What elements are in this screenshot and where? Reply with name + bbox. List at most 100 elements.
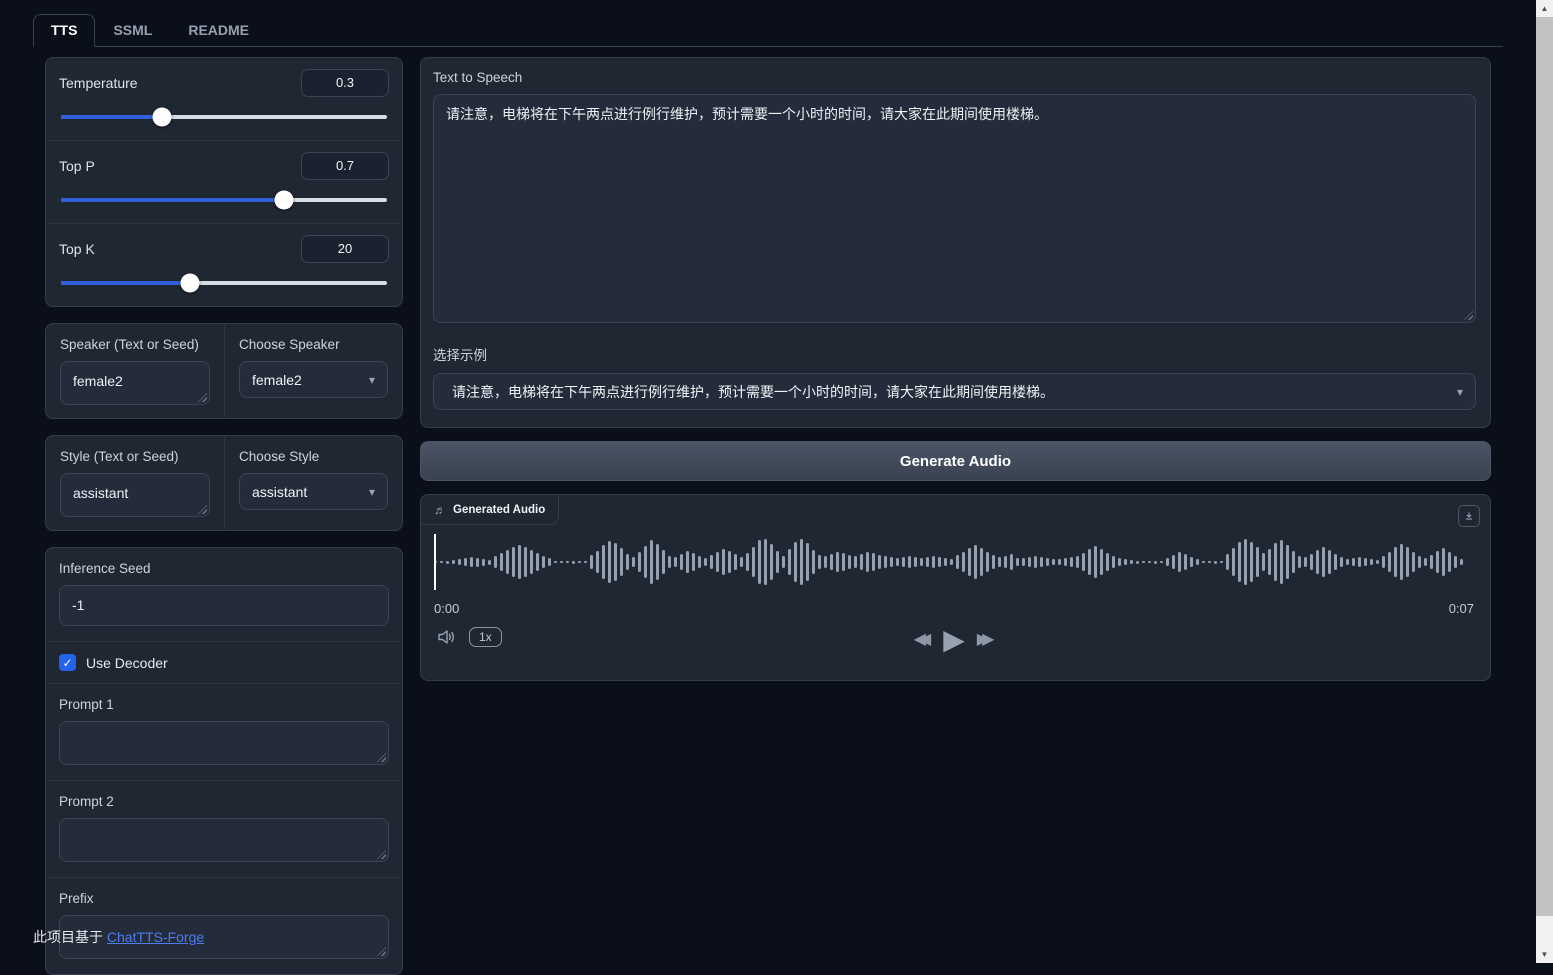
waveform-bar — [1022, 558, 1025, 566]
waveform-bar — [1328, 550, 1331, 574]
waveform-bar — [1232, 548, 1235, 576]
chattts-forge-link[interactable]: ChatTTS-Forge — [107, 929, 204, 945]
speaker-panel: Speaker (Text or Seed) female2 Choose Sp… — [45, 323, 403, 419]
skip-back-icon[interactable]: ◀◀ — [914, 620, 932, 660]
waveform-bar — [908, 556, 911, 568]
scrollbar-thumb[interactable] — [1536, 17, 1553, 916]
waveform-bar — [614, 543, 617, 581]
tab-tts[interactable]: TTS — [33, 14, 95, 47]
waveform-bar — [1256, 547, 1259, 577]
waveform-bar — [1004, 556, 1007, 568]
waveform-bar — [506, 550, 509, 574]
top-p-value-input[interactable]: 0.7 — [301, 152, 389, 180]
top-k-label: Top K — [59, 241, 95, 257]
music-note-icon: ♬ — [434, 503, 446, 517]
prompt2-row: Prompt 2 — [46, 781, 402, 878]
top-p-row: Top P 0.7 — [46, 141, 402, 224]
waveform-bar — [1190, 557, 1193, 567]
top-k-slider-handle[interactable] — [180, 274, 199, 293]
prompt1-input[interactable] — [59, 721, 389, 765]
top-p-slider-handle[interactable] — [275, 191, 294, 210]
waveform-bar — [1424, 558, 1427, 566]
waveform-bar — [968, 548, 971, 576]
prefix-label: Prefix — [59, 891, 389, 906]
waveform-bar — [1142, 561, 1145, 563]
temperature-slider[interactable] — [61, 115, 387, 119]
waveform-bar — [926, 557, 929, 567]
chevron-down-icon: ▾ — [369, 485, 375, 499]
top-p-slider[interactable] — [61, 198, 387, 202]
volume-icon[interactable] — [437, 628, 458, 646]
waveform-bar — [560, 561, 563, 563]
waveform-bar — [986, 552, 989, 572]
examples-dropdown[interactable]: 请注意，电梯将在下午两点进行例行维护，预计需要一个小时的时间，请大家在此期间使用… — [433, 373, 1476, 410]
top-k-slider[interactable] — [61, 281, 387, 285]
waveform-bar — [902, 557, 905, 567]
skip-forward-icon[interactable]: ▶▶ — [977, 620, 995, 660]
playhead[interactable] — [434, 534, 436, 590]
tab-ssml[interactable]: SSML — [95, 14, 170, 46]
use-decoder-label[interactable]: Use Decoder — [86, 655, 168, 671]
download-button[interactable] — [1458, 505, 1480, 527]
scroll-down-button[interactable]: ▼ — [1536, 946, 1553, 963]
waveform-bar — [1076, 556, 1079, 568]
waveform-bar — [1334, 554, 1337, 570]
temperature-slider-handle[interactable] — [153, 108, 172, 127]
waveform-bar — [1208, 561, 1211, 563]
waveform-bar — [530, 550, 533, 574]
prefix-row: Prefix — [46, 878, 402, 974]
waveform-bar — [860, 554, 863, 570]
play-button[interactable]: ▶ — [943, 620, 965, 660]
choose-speaker-dropdown[interactable]: female2 ▾ — [239, 361, 388, 398]
waveform-bar — [1406, 547, 1409, 577]
waveform-bar — [1298, 556, 1301, 568]
waveform-bar — [1352, 558, 1355, 566]
prompt2-input[interactable] — [59, 818, 389, 862]
waveform-bar — [998, 557, 1001, 567]
temperature-value-input[interactable]: 0.3 — [301, 69, 389, 97]
waveform-bar — [500, 553, 503, 571]
waveform-bar — [536, 553, 539, 571]
waveform[interactable] — [434, 534, 1474, 590]
waveform-bar — [1358, 557, 1361, 567]
waveform-bar — [1130, 560, 1133, 564]
waveform-bar — [1436, 551, 1439, 573]
waveform-bar — [524, 547, 527, 577]
playback-speed-button[interactable]: 1x — [469, 627, 502, 647]
examples-selected: 请注意，电梯将在下午两点进行例行维护，预计需要一个小时的时间，请大家在此期间使用… — [452, 382, 1054, 402]
waveform-bar — [470, 557, 473, 567]
waveform-bar — [758, 540, 761, 584]
tab-readme[interactable]: README — [170, 14, 267, 46]
waveform-bar — [1418, 556, 1421, 568]
choose-style-dropdown[interactable]: assistant ▾ — [239, 473, 388, 510]
waveform-bar — [1034, 556, 1037, 568]
waveform-bar — [494, 556, 497, 568]
choose-style-selected: assistant — [252, 484, 307, 500]
text-to-speech-input[interactable]: 请注意，电梯将在下午两点进行例行维护，预计需要一个小时的时间，请大家在此期间使用… — [433, 94, 1476, 323]
waveform-bar — [452, 560, 455, 564]
top-k-value-input[interactable]: 20 — [301, 235, 389, 263]
use-decoder-checkbox[interactable]: ✓ — [59, 654, 76, 671]
duration: 0:07 — [1449, 601, 1474, 616]
scroll-up-button[interactable]: ▲ — [1536, 0, 1553, 17]
waveform-bar — [716, 552, 719, 572]
prompt2-label: Prompt 2 — [59, 794, 389, 809]
inference-seed-input[interactable] — [59, 585, 389, 626]
style-input[interactable]: assistant — [60, 473, 210, 517]
waveform-bar — [596, 551, 599, 573]
generate-audio-button[interactable]: Generate Audio — [420, 441, 1491, 481]
waveform-bar — [812, 550, 815, 574]
vertical-scrollbar[interactable]: ▲ ▼ — [1536, 0, 1553, 963]
waveform-bar — [1322, 547, 1325, 577]
prompt1-label: Prompt 1 — [59, 697, 389, 712]
waveform-bar — [728, 551, 731, 573]
waveform-bar — [962, 552, 965, 572]
waveform-bar — [584, 561, 587, 563]
waveform-bar — [626, 554, 629, 570]
waveform-bar — [824, 556, 827, 568]
waveform-bar — [1172, 555, 1175, 569]
speaker-input[interactable]: female2 — [60, 361, 210, 405]
waveform-bar — [806, 543, 809, 581]
current-time: 0:00 — [434, 601, 459, 616]
waveform-bar — [1154, 561, 1157, 564]
